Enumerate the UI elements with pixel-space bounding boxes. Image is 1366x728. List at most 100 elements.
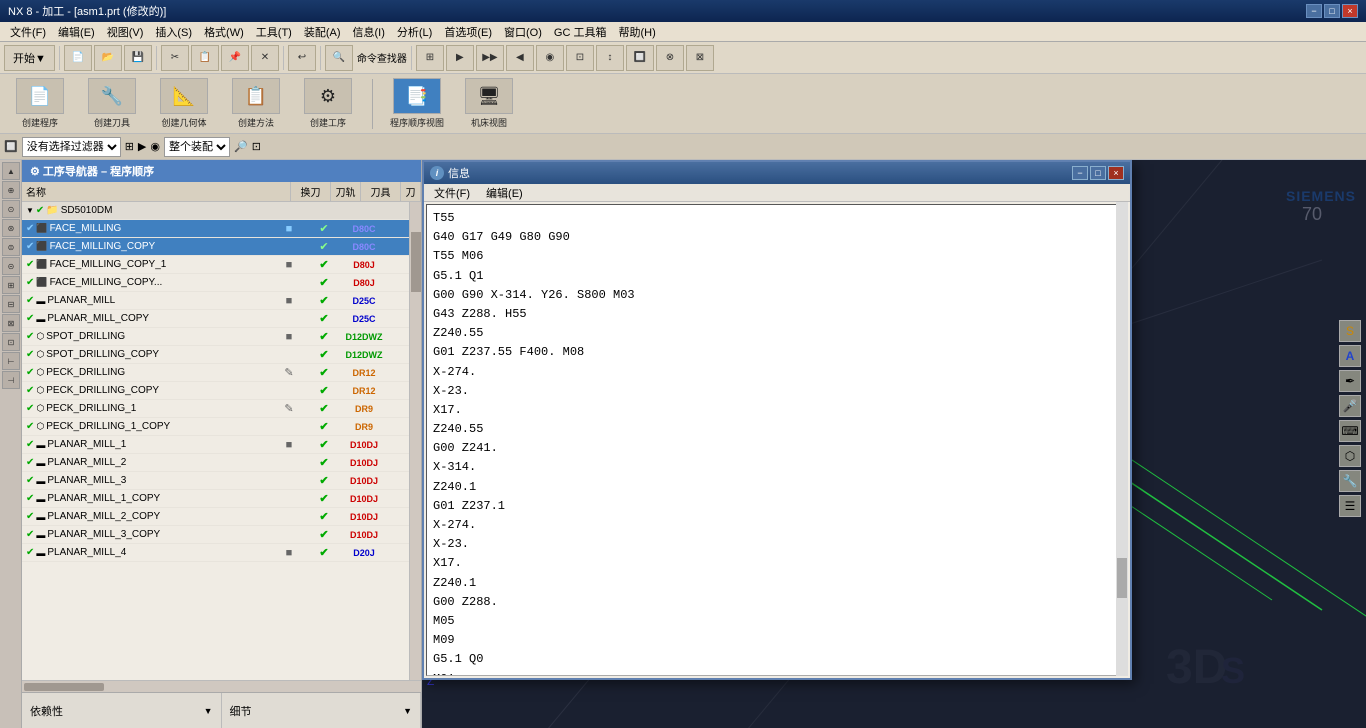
nav-row-planar-mill-copy[interactable]: ✔ ▬ PLANAR_MILL_COPY ✔ D25C <box>22 310 409 328</box>
cmd-search[interactable]: 🔍 <box>325 45 353 71</box>
info-minimize-btn[interactable]: − <box>1072 166 1088 180</box>
sidebar-icon-2[interactable]: ⊕ <box>2 181 20 199</box>
filter-assembly-select[interactable]: 整个装配 <box>164 137 230 157</box>
create-method-btn[interactable]: 📋 创建方法 <box>224 78 288 129</box>
menu-assembly[interactable]: 装配(A) <box>298 22 347 42</box>
info-restore-btn[interactable]: □ <box>1090 166 1106 180</box>
menu-file[interactable]: 文件(F) <box>4 22 52 42</box>
sidebar-icon-12[interactable]: ⊣ <box>2 371 20 389</box>
tb-btn-9[interactable]: ⊗ <box>656 45 684 71</box>
sidebar-icon-1[interactable]: ▲ <box>2 162 20 180</box>
minimize-button[interactable]: − <box>1306 4 1322 18</box>
menu-help[interactable]: 帮助(H) <box>612 22 661 42</box>
nav-row-planar3[interactable]: ✔ ▬ PLANAR_MILL_3 ✔ D10DJ <box>22 472 409 490</box>
right-icon-1[interactable]: S <box>1339 320 1361 342</box>
nav-row-planar1[interactable]: ✔ ▬ PLANAR_MILL_1 ■ ✔ D10DJ <box>22 436 409 454</box>
right-icon-7[interactable]: 🔧 <box>1339 470 1361 492</box>
save-button[interactable]: 💾 <box>124 45 152 71</box>
delete-button[interactable]: ✕ <box>251 45 279 71</box>
paste-button[interactable]: 📌 <box>221 45 249 71</box>
close-button[interactable]: × <box>1342 4 1358 18</box>
menu-format[interactable]: 格式(W) <box>198 22 250 42</box>
nav-row-planar1-copy[interactable]: ✔ ▬ PLANAR_MILL_1_COPY ✔ D10DJ <box>22 490 409 508</box>
right-icon-5[interactable]: ⌨ <box>1339 420 1361 442</box>
sidebar-icon-7[interactable]: ⊞ <box>2 276 20 294</box>
dependency-panel[interactable]: 依赖性 ▼ <box>22 693 222 728</box>
menu-view[interactable]: 视图(V) <box>101 22 150 42</box>
menu-info[interactable]: 信息(I) <box>347 22 391 42</box>
sidebar-icon-8[interactable]: ⊟ <box>2 295 20 313</box>
menu-gc[interactable]: GC 工具箱 <box>548 22 613 42</box>
cut-button[interactable]: ✂ <box>161 45 189 71</box>
tb-btn-4[interactable]: ◀ <box>506 45 534 71</box>
nav-vscroll[interactable] <box>409 202 421 680</box>
right-icon-2[interactable]: A <box>1339 345 1361 367</box>
tb-btn-1[interactable]: ⊞ <box>416 45 444 71</box>
menu-analysis[interactable]: 分析(L) <box>391 22 438 42</box>
info-scrollbar-thumb[interactable] <box>1117 558 1127 598</box>
nav-row-spot-copy[interactable]: ✔ ⬡ SPOT_DRILLING_COPY ✔ D12DWZ <box>22 346 409 364</box>
right-icon-6[interactable]: ⬡ <box>1339 445 1361 467</box>
nav-hscroll-thumb[interactable] <box>24 683 104 691</box>
sidebar-icon-6[interactable]: ⊝ <box>2 257 20 275</box>
nav-row-planar-mill[interactable]: ✔ ▬ PLANAR_MILL ■ ✔ D25C <box>22 292 409 310</box>
copy-button[interactable]: 📋 <box>191 45 219 71</box>
sidebar-icon-9[interactable]: ⊠ <box>2 314 20 332</box>
new-button[interactable]: 📄 <box>64 45 92 71</box>
restore-button[interactable]: □ <box>1324 4 1340 18</box>
start-button[interactable]: 开始▼ <box>4 45 55 71</box>
sidebar-icon-10[interactable]: ⊡ <box>2 333 20 351</box>
details-panel[interactable]: 细节 ▼ <box>222 693 422 728</box>
info-menu-file[interactable]: 文件(F) <box>428 183 476 203</box>
nav-hscroll[interactable] <box>22 680 421 692</box>
filter-select[interactable]: 没有选择过滤器 <box>22 137 121 157</box>
create-geometry-btn[interactable]: 📐 创建几何体 <box>152 78 216 129</box>
info-dialog-scrollbar[interactable] <box>1116 202 1128 676</box>
create-tool-btn[interactable]: 🔧 创建刀具 <box>80 78 144 129</box>
nav-row-planar2[interactable]: ✔ ▬ PLANAR_MILL_2 ✔ D10DJ <box>22 454 409 472</box>
tb-btn-8[interactable]: 🔲 <box>626 45 654 71</box>
program-order-btn[interactable]: 📑 程序顺序视图 <box>385 78 449 129</box>
menu-window[interactable]: 窗口(O) <box>498 22 548 42</box>
menu-insert[interactable]: 插入(S) <box>149 22 198 42</box>
nav-row-peck1[interactable]: ✔ ⬡ PECK_DRILLING_1 ✎ ✔ DR9 <box>22 400 409 418</box>
viewport[interactable]: X Y Z 70 SIEMENS S A ✒ 🎤 ⌨ ⬡ 🔧 ☰ <box>422 160 1366 728</box>
create-program-btn[interactable]: 📄 创建程序 <box>8 78 72 129</box>
nav-vscroll-thumb[interactable] <box>411 232 421 292</box>
right-icon-3[interactable]: ✒ <box>1339 370 1361 392</box>
right-icon-4[interactable]: 🎤 <box>1339 395 1361 417</box>
nav-row-planar2-copy[interactable]: ✔ ▬ PLANAR_MILL_2_COPY ✔ D10DJ <box>22 508 409 526</box>
nav-row-face-milling-copy1[interactable]: ✔ ⬛ FACE_MILLING_COPY_1 ■ ✔ D80J <box>22 256 409 274</box>
tb-btn-5[interactable]: ◉ <box>536 45 564 71</box>
nav-row-face-milling-copy[interactable]: ✔ ⬛ FACE_MILLING_COPY ✔ D80C <box>22 238 409 256</box>
nav-row-peck[interactable]: ✔ ⬡ PECK_DRILLING ✎ ✔ DR12 <box>22 364 409 382</box>
tb-btn-7[interactable]: ↕ <box>596 45 624 71</box>
nav-row-peck1-copy[interactable]: ✔ ⬡ PECK_DRILLING_1_COPY ✔ DR9 <box>22 418 409 436</box>
tb-btn-10[interactable]: ⊠ <box>686 45 714 71</box>
info-menu-edit[interactable]: 编辑(E) <box>480 183 529 203</box>
info-close-btn[interactable]: × <box>1108 166 1124 180</box>
nav-row-sd5010dm[interactable]: ▼ ✔ 📁 SD5010DM <box>22 202 409 220</box>
nav-row-peck-copy[interactable]: ✔ ⬡ PECK_DRILLING_COPY ✔ DR12 <box>22 382 409 400</box>
tb-btn-6[interactable]: ⊡ <box>566 45 594 71</box>
nav-row-planar3-copy[interactable]: ✔ ▬ PLANAR_MILL_3_COPY ✔ D10DJ <box>22 526 409 544</box>
sidebar-icon-5[interactable]: ⊜ <box>2 238 20 256</box>
sidebar-icon-3[interactable]: ⊙ <box>2 200 20 218</box>
info-content-area[interactable]: T55 G40 G17 G49 G80 G90 T55 M06 G5.1 Q1 … <box>426 204 1128 676</box>
menu-edit[interactable]: 编辑(E) <box>52 22 101 42</box>
open-button[interactable]: 📂 <box>94 45 122 71</box>
undo-button[interactable]: ↩ <box>288 45 316 71</box>
nav-row-planar4[interactable]: ✔ ▬ PLANAR_MILL_4 ■ ✔ D20J <box>22 544 409 562</box>
sidebar-icon-11[interactable]: ⊢ <box>2 352 20 370</box>
menu-tools[interactable]: 工具(T) <box>250 22 298 42</box>
menu-prefs[interactable]: 首选项(E) <box>438 22 498 42</box>
tb-btn-2[interactable]: ▶ <box>446 45 474 71</box>
nav-row-face-milling[interactable]: ✔ ⬛ FACE_MILLING ■ ✔ D80C <box>22 220 409 238</box>
nav-row-spot-drilling[interactable]: ✔ ⬡ SPOT_DRILLING ■ ✔ D12DWZ <box>22 328 409 346</box>
sidebar-icon-4[interactable]: ⊛ <box>2 219 20 237</box>
right-icon-8[interactable]: ☰ <box>1339 495 1361 517</box>
nav-list[interactable]: ▼ ✔ 📁 SD5010DM ✔ ⬛ FACE_MILLING <box>22 202 409 680</box>
create-op-btn[interactable]: ⚙ 创建工序 <box>296 78 360 129</box>
nav-row-face-milling-copy-etc[interactable]: ✔ ⬛ FACE_MILLING_COPY... ✔ D80J <box>22 274 409 292</box>
machine-view-btn[interactable]: 🖥 机床视图 <box>457 78 521 129</box>
